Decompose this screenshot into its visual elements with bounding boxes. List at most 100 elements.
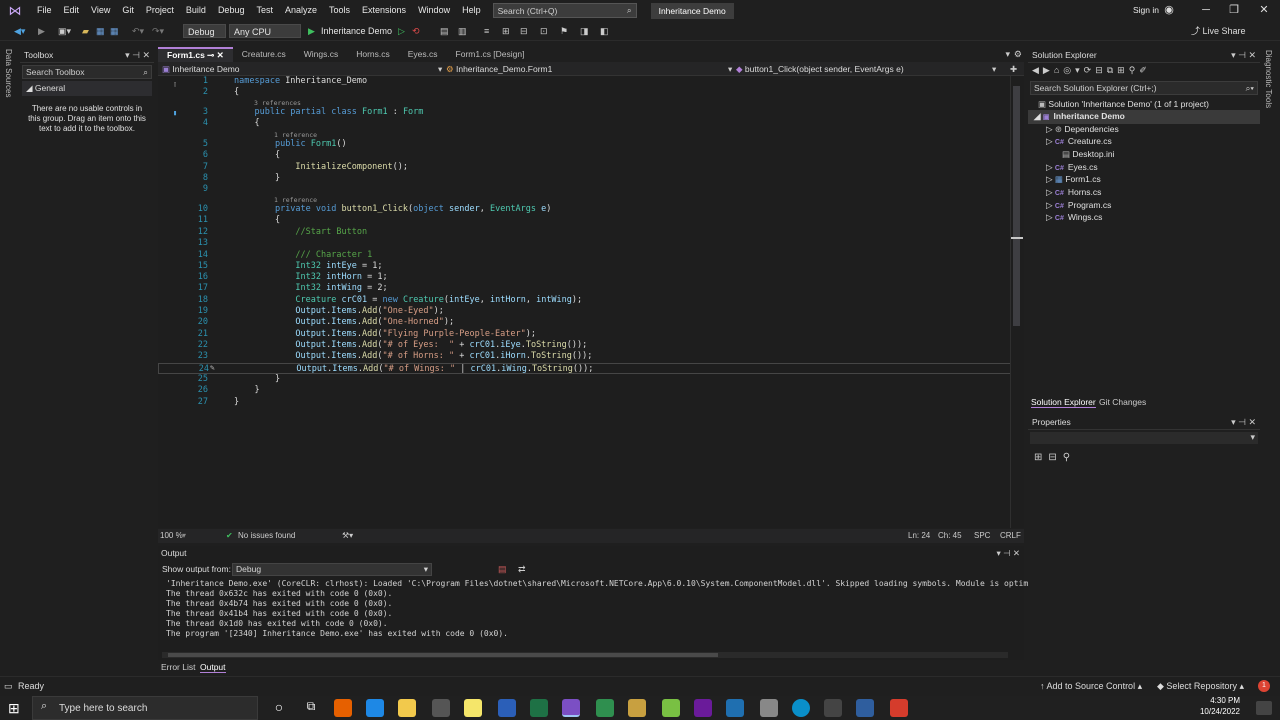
toolbar-icon-2[interactable]: ▥ <box>458 24 467 38</box>
quick-action-icon[interactable]: ▯ <box>173 80 177 88</box>
app-icon[interactable] <box>726 699 744 717</box>
tree-solution[interactable]: ▣ Solution 'Inheritance Demo' (1 of 1 pr… <box>1038 98 1209 110</box>
whitespace-mode[interactable]: SPC <box>974 531 990 540</box>
toolbar-icon-4[interactable]: ⊞ <box>502 24 510 38</box>
toolbar-icon-6[interactable]: ◨ <box>580 24 589 38</box>
menu-tools[interactable]: Tools <box>323 0 356 21</box>
menu-view[interactable]: View <box>85 0 116 21</box>
panel-controls[interactable]: ▾ ⊣ ✕ <box>1231 47 1256 63</box>
hot-reload-icon[interactable]: ⟲ <box>412 24 420 38</box>
comment-icon[interactable]: ⊡ <box>540 24 548 38</box>
tree-item-wings[interactable]: ▷ C# Wings.cs <box>1046 211 1102 225</box>
save-all-icon[interactable]: ▦ <box>110 24 119 38</box>
menu-git[interactable]: Git <box>116 0 140 21</box>
music-app-icon[interactable] <box>694 699 712 717</box>
sticky-notes-icon[interactable] <box>464 699 482 717</box>
toolbar-icon-5[interactable]: ⊟ <box>520 24 528 38</box>
codelens-references[interactable]: 1 reference <box>274 196 317 204</box>
toolbox-controls[interactable]: ▾ ⊣ ✕ <box>125 47 150 63</box>
visual-studio-icon[interactable] <box>562 699 580 717</box>
start-without-debugging-icon[interactable]: ▷ <box>398 24 405 38</box>
tab-eyes-cs[interactable]: Eyes.cs <box>399 47 447 62</box>
menu-file[interactable]: File <box>31 0 58 21</box>
member-dropdown[interactable]: ◆ button1_Click(object sender, EventArgs… <box>736 63 1006 75</box>
task-view-icon[interactable]: ⧉ <box>302 699 320 717</box>
code-cleanup-icon[interactable]: ⚒▾ <box>342 531 353 540</box>
account-icon[interactable]: ◉ <box>1162 3 1176 17</box>
bookmark-icon[interactable]: ⚑ <box>560 24 568 38</box>
menu-extensions[interactable]: Extensions <box>356 0 412 21</box>
menu-test[interactable]: Test <box>250 0 279 21</box>
minimize-icon[interactable]: ─ <box>1199 3 1213 17</box>
settings-icon[interactable]: ⚙ <box>1014 49 1022 60</box>
file-explorer-icon[interactable] <box>398 699 416 717</box>
properties-toolbar[interactable]: ⊞⊟⚲ <box>1028 446 1260 469</box>
taskbar-search-box[interactable]: ⌕ Type here to search <box>32 696 258 720</box>
configuration-select[interactable]: Debug <box>183 24 226 38</box>
undo-icon[interactable]: ↶▾ <box>132 24 144 38</box>
solution-search-input[interactable]: Search Solution Explorer (Ctrl+;) ⌕▾ <box>1030 81 1258 95</box>
menu-build[interactable]: Build <box>180 0 212 21</box>
app-icon[interactable] <box>856 699 874 717</box>
select-repository-button[interactable]: ◆ Select Repository ▴ <box>1157 681 1244 692</box>
clock-time[interactable]: 4:30 PM <box>1200 696 1240 705</box>
mail-icon[interactable] <box>366 699 384 717</box>
live-share-button[interactable]: ⤴ Live Share <box>1191 24 1246 38</box>
solution-explorer-toolbar[interactable]: ◀▶⌂◎▾⟳⊟⧉⊞⚲✐ <box>1028 63 1260 79</box>
tree-project[interactable]: ◢ ▣ Inheritance Demo <box>1028 110 1260 124</box>
start-button[interactable]: Inheritance Demo <box>321 24 392 38</box>
firefox-icon[interactable] <box>334 699 352 717</box>
code-map-icon[interactable]: ▮ <box>173 109 177 117</box>
diagnostic-tools-tab[interactable]: Diagnostic Tools <box>1264 50 1273 108</box>
notification-center-icon[interactable] <box>1256 701 1272 715</box>
tree-item-desktop-ini[interactable]: ▤ Desktop.ini <box>1062 148 1114 160</box>
tree-item-creature[interactable]: ▷ C# Creature.cs <box>1046 135 1112 149</box>
clear-output-icon[interactable]: ▤ <box>498 564 507 575</box>
toolbox-search-input[interactable]: Search Toolbox ⌕ <box>22 65 152 79</box>
word-icon[interactable] <box>498 699 516 717</box>
app-icon[interactable] <box>432 699 450 717</box>
open-folder-icon[interactable]: ▰ <box>82 24 89 38</box>
zoom-level[interactable]: 100 % <box>160 531 183 540</box>
search-input[interactable]: Search (Ctrl+Q) ⌕ <box>492 3 637 18</box>
output-source-select[interactable]: Debug ▾ <box>232 563 432 576</box>
app-icon[interactable] <box>662 699 680 717</box>
redo-icon[interactable]: ↷▾ <box>152 24 164 38</box>
toolbox-group-general[interactable]: ◢ General <box>22 81 152 96</box>
codelens-references[interactable]: 1 reference <box>274 131 317 139</box>
start-debugging-icon[interactable]: ▶ <box>308 24 315 38</box>
line-ending-mode[interactable]: CRLF <box>1000 531 1021 540</box>
app-icon[interactable] <box>760 699 778 717</box>
menu-project[interactable]: Project <box>140 0 180 21</box>
back-icon[interactable]: ◀▾ <box>14 24 25 38</box>
app-icon[interactable] <box>596 699 614 717</box>
edge-icon[interactable] <box>792 699 810 717</box>
excel-icon[interactable] <box>530 699 548 717</box>
tab-wings-cs[interactable]: Wings.cs <box>295 47 347 62</box>
tab-dropdown-icon[interactable]: ▾ <box>1005 49 1010 60</box>
properties-object-select[interactable]: ▾ <box>1030 432 1258 444</box>
visual-studio-logo-icon[interactable]: ⋈ <box>7 3 23 18</box>
save-icon[interactable]: ▦ <box>96 24 105 38</box>
tab-creature-cs[interactable]: Creature.cs <box>233 47 295 62</box>
horizontal-scrollbar[interactable] <box>162 652 1008 658</box>
forward-icon[interactable]: ▶ <box>38 24 45 38</box>
tab-form1-design[interactable]: Form1.cs [Design] <box>447 47 534 62</box>
tab-form1-cs[interactable]: Form1.cs ⊸ ✕ <box>158 47 233 62</box>
menu-window[interactable]: Window <box>412 0 456 21</box>
restore-icon[interactable]: ❐ <box>1227 3 1241 17</box>
scrollbar-thumb[interactable] <box>168 653 718 657</box>
menu-help[interactable]: Help <box>456 0 487 21</box>
clock-date[interactable]: 10/24/2022 <box>1194 707 1240 716</box>
toolbar-icon-7[interactable]: ◧ <box>600 24 609 38</box>
source-control-button[interactable]: ↑ Add to Source Control ▴ <box>1040 681 1142 692</box>
windows-start-icon[interactable]: ⊞ <box>8 700 20 717</box>
toolbar-icon-3[interactable]: ≡ <box>484 24 489 38</box>
pin-icon[interactable]: ⊸ <box>207 50 214 60</box>
split-icon[interactable]: ✚ <box>1010 63 1017 75</box>
menu-debug[interactable]: Debug <box>212 0 251 21</box>
scrollbar-thumb[interactable] <box>1013 86 1020 326</box>
code-editor[interactable]: 3 references 1 reference 1 reference 1 na… <box>158 76 1024 528</box>
zoom-dropdown-icon[interactable]: ▾ <box>182 531 186 540</box>
tab-solution-explorer[interactable]: Solution Explorer <box>1031 397 1096 408</box>
